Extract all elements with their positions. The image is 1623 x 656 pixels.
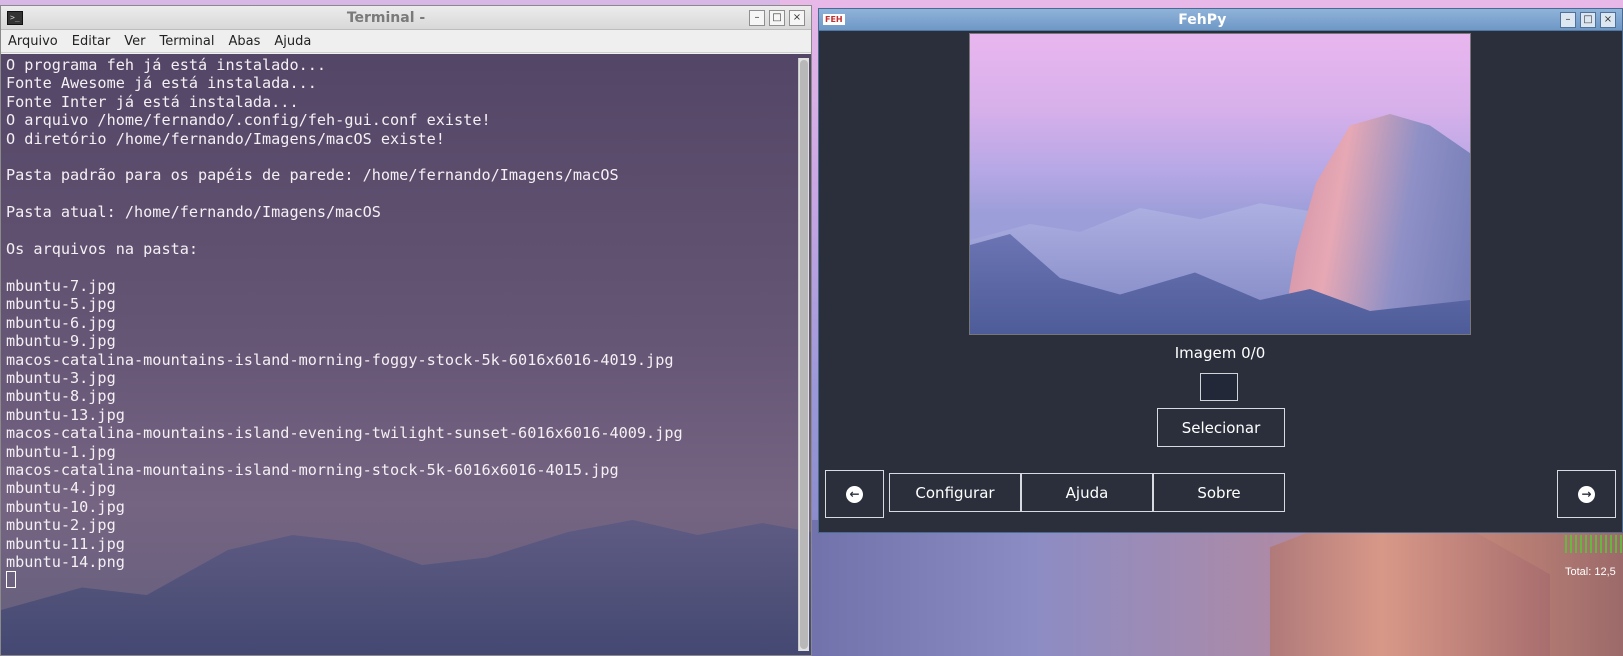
terminal-line: macos-catalina-mountains-island-morning-… — [6, 460, 619, 479]
terminal-line: O arquivo /home/fernando/.config/feh-gui… — [6, 111, 491, 130]
terminal-line: Pasta padrão para os papéis de parede: /… — [6, 166, 619, 185]
terminal-line: Os arquivos na pasta: — [6, 240, 199, 259]
menu-ver[interactable]: Ver — [117, 30, 152, 53]
terminal-output-area[interactable]: O programa feh já está instalado... Fonte… — [1, 54, 811, 655]
terminal-prompt-line — [6, 571, 806, 589]
fehpy-content: Imagem 0/0 Selecionar ← Configurar Ajuda… — [819, 31, 1622, 532]
terminal-line: Pasta atual: /home/fernando/Imagens/macO… — [6, 203, 381, 222]
arrow-left-circle-icon: ← — [846, 485, 863, 503]
about-button[interactable]: Sobre — [1153, 473, 1285, 512]
terminal-line: mbuntu-8.jpg — [6, 387, 116, 406]
terminal-scrollbar[interactable] — [798, 58, 809, 651]
menu-terminal[interactable]: Terminal — [153, 30, 222, 53]
minimize-button[interactable]: – — [1560, 11, 1576, 28]
wallpaper-preview-image — [969, 33, 1471, 335]
configure-button[interactable]: Configurar — [889, 473, 1021, 512]
terminal-window-controls: – □ × — [749, 9, 805, 26]
terminal-line: mbuntu-3.jpg — [6, 368, 116, 387]
terminal-scroll-thumb[interactable] — [800, 60, 808, 649]
close-button[interactable]: × — [1600, 11, 1616, 28]
terminal-line: Fonte Awesome já está instalada... — [6, 74, 317, 93]
system-monitor-graph — [1565, 535, 1623, 553]
terminal-cursor — [6, 571, 16, 589]
minimize-button[interactable]: – — [749, 9, 765, 26]
maximize-button[interactable]: □ — [1580, 11, 1596, 28]
help-button[interactable]: Ajuda — [1021, 473, 1153, 512]
image-counter: Imagem 0/0 — [1174, 344, 1266, 362]
terminal-line: mbuntu-1.jpg — [6, 442, 116, 461]
terminal-line: mbuntu-9.jpg — [6, 332, 116, 351]
feh-app-icon: FEH — [823, 14, 845, 25]
arrow-right-circle-icon: → — [1578, 485, 1595, 503]
terminal-line: mbuntu-7.jpg — [6, 276, 116, 295]
terminal-titlebar[interactable]: >_ Terminal - – □ × — [1, 6, 811, 30]
terminal-window: >_ Terminal - – □ × Arquivo Editar Ver T… — [0, 5, 812, 656]
terminal-menubar: Arquivo Editar Ver Terminal Abas Ajuda — [1, 30, 811, 53]
terminal-line: mbuntu-11.jpg — [6, 534, 125, 553]
menu-abas[interactable]: Abas — [221, 30, 267, 53]
terminal-line: mbuntu-2.jpg — [6, 516, 116, 535]
select-button[interactable]: Selecionar — [1157, 408, 1285, 447]
fehpy-window: FEH FehPy – □ × Imagem 0/0 Selecionar ← … — [818, 8, 1623, 533]
terminal-line: mbuntu-14.png — [6, 552, 125, 571]
terminal-line: mbuntu-4.jpg — [6, 479, 116, 498]
terminal-line: mbuntu-6.jpg — [6, 313, 116, 332]
terminal-line: macos-catalina-mountains-island-morning-… — [6, 350, 674, 369]
terminal-output: O programa feh já está instalado... Fonte… — [1, 54, 811, 592]
terminal-line: mbuntu-5.jpg — [6, 295, 116, 314]
terminal-line: macos-catalina-mountains-island-evening-… — [6, 424, 683, 443]
fehpy-title: FehPy — [1178, 11, 1227, 28]
terminal-line: O diretório /home/fernando/Imagens/macOS… — [6, 129, 445, 148]
maximize-button[interactable]: □ — [769, 9, 785, 26]
terminal-line: mbuntu-10.jpg — [6, 497, 125, 516]
terminal-line: Fonte Inter já está instalada... — [6, 92, 299, 111]
fehpy-window-controls: – □ × — [1560, 11, 1616, 28]
terminal-line: mbuntu-13.jpg — [6, 405, 125, 424]
fehpy-titlebar[interactable]: FEH FehPy – □ × — [819, 9, 1622, 31]
next-button[interactable]: → — [1557, 470, 1616, 518]
menu-ajuda[interactable]: Ajuda — [267, 30, 318, 53]
close-button[interactable]: × — [789, 9, 805, 26]
previous-button[interactable]: ← — [825, 470, 884, 518]
menu-editar[interactable]: Editar — [65, 30, 118, 53]
terminal-line: O programa feh já está instalado... — [6, 56, 327, 74]
system-monitor-text: Total: 12,5 — [1565, 566, 1616, 578]
terminal-icon: >_ — [7, 10, 23, 25]
terminal-title: Terminal - — [346, 9, 426, 26]
image-index-field[interactable] — [1200, 373, 1238, 401]
menu-arquivo[interactable]: Arquivo — [1, 30, 65, 53]
